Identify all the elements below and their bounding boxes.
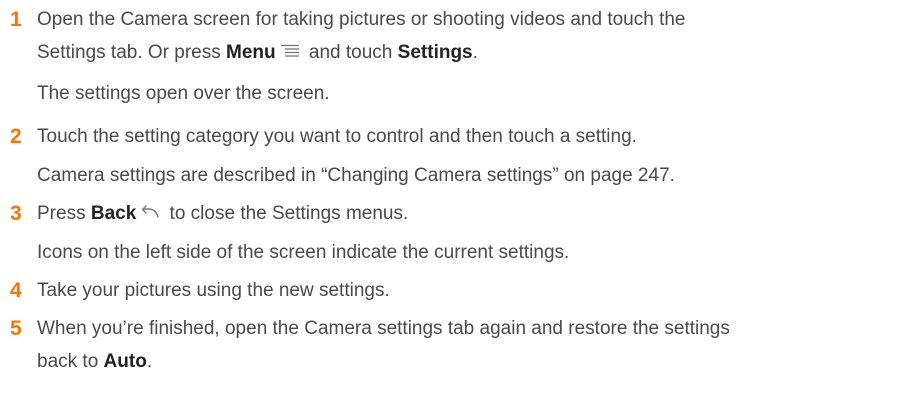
step-text: back to Auto. <box>37 351 153 372</box>
step-number: 1 <box>10 8 22 31</box>
step-number: 3 <box>10 202 22 225</box>
back-icon <box>140 200 160 227</box>
instruction-list: 1 Open the Camera screen for taking pict… <box>0 0 916 405</box>
step-text: Touch the setting category you want to c… <box>37 126 637 147</box>
step-number: 2 <box>10 125 22 148</box>
step-note: The settings open over the screen. <box>37 83 330 104</box>
step-number: 5 <box>10 317 22 340</box>
menu-icon <box>280 39 300 66</box>
step-text: Settings tab. Or press Menu and touch Se… <box>37 39 478 66</box>
settings-label: Settings <box>397 42 473 63</box>
menu-key-label: Menu <box>226 42 276 63</box>
auto-label: Auto <box>103 351 147 372</box>
step-text: Press Back to close the Settings menus. <box>37 200 408 227</box>
step-note: Camera settings are described in “Changi… <box>37 165 675 186</box>
step-number: 4 <box>10 279 22 302</box>
back-key-label: Back <box>90 203 137 224</box>
step-text: Take your pictures using the new setting… <box>37 280 390 301</box>
step-text: When you’re finished, open the Camera se… <box>37 318 730 339</box>
step-note: Icons on the left side of the screen ind… <box>37 242 570 263</box>
step-text: Open the Camera screen for taking pictur… <box>37 9 686 30</box>
